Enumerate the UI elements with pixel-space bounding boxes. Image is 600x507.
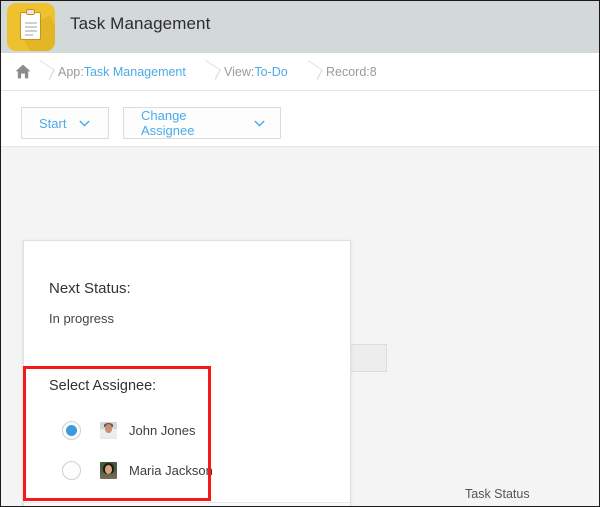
task-status-label: Task Status: [465, 487, 530, 501]
change-assignee-dropdown-button[interactable]: Change Assignee: [123, 107, 281, 139]
start-dropdown-button[interactable]: Start: [21, 107, 109, 139]
next-status-label: Next Status:: [49, 280, 131, 297]
record-body: Start Change Assignee uss annual Task St…: [1, 91, 600, 507]
record-toolbar: Start Change Assignee: [1, 91, 600, 147]
select-assignee-section: Select Assignee: John Jones Maria Jackso…: [24, 367, 350, 502]
assignee-name-maria-jackson: Maria Jackson: [129, 463, 213, 478]
next-status-value: In progress: [49, 311, 114, 326]
clipboard-line: [25, 30, 37, 32]
breadcrumb-item-record: Record: 8: [326, 53, 377, 90]
breadcrumb-link-app[interactable]: Task Management: [84, 65, 186, 79]
clipboard-glyph: [20, 12, 41, 40]
page-title: Task Management: [70, 14, 210, 34]
chevron-down-icon: [254, 120, 280, 127]
change-assignee-popup: Next Status: In progress Select Assignee…: [23, 240, 351, 507]
breadcrumb-item-view[interactable]: View: To-Do: [224, 53, 288, 90]
breadcrumb: App: Task Management View: To-Do Record:…: [1, 53, 600, 91]
popup-footer: Cancel Confirm: [24, 502, 350, 507]
chevron-down-icon: [79, 120, 105, 127]
radio-john-jones[interactable]: [62, 421, 81, 440]
clipboard-line: [25, 22, 37, 24]
avatar-john-jones: [100, 422, 117, 439]
breadcrumb-prefix: Record:: [326, 65, 370, 79]
clipboard-line: [25, 26, 37, 28]
breadcrumb-prefix: View:: [224, 65, 254, 79]
assignee-option-maria-jackson[interactable]: Maria Jackson: [62, 461, 213, 480]
app-header: Task Management: [1, 1, 600, 53]
breadcrumb-separator: [206, 59, 219, 84]
clipboard-clip: [26, 9, 35, 15]
breadcrumb-separator: [40, 59, 53, 84]
breadcrumb-record-number: 8: [370, 65, 377, 79]
start-button-label: Start: [22, 116, 79, 131]
select-assignee-label: Select Assignee:: [49, 378, 156, 394]
app-screen: Task Management App: Task Management Vie…: [0, 0, 600, 507]
app-icon: [7, 3, 55, 51]
home-icon[interactable]: [15, 64, 31, 79]
avatar-maria-jackson: [100, 462, 117, 479]
breadcrumb-item-app[interactable]: App: Task Management: [58, 53, 186, 90]
clipboard-icon: [7, 3, 55, 51]
assignee-option-john-jones[interactable]: John Jones: [62, 421, 196, 440]
breadcrumb-separator: [308, 59, 321, 84]
breadcrumb-prefix: App:: [58, 65, 84, 79]
radio-maria-jackson[interactable]: [62, 461, 81, 480]
subject-field[interactable]: [350, 344, 387, 372]
assignee-name-john-jones: John Jones: [129, 423, 196, 438]
change-assignee-button-label: Change Assignee: [124, 108, 254, 138]
breadcrumb-link-view[interactable]: To-Do: [254, 65, 287, 79]
clipboard-line: [25, 34, 33, 36]
